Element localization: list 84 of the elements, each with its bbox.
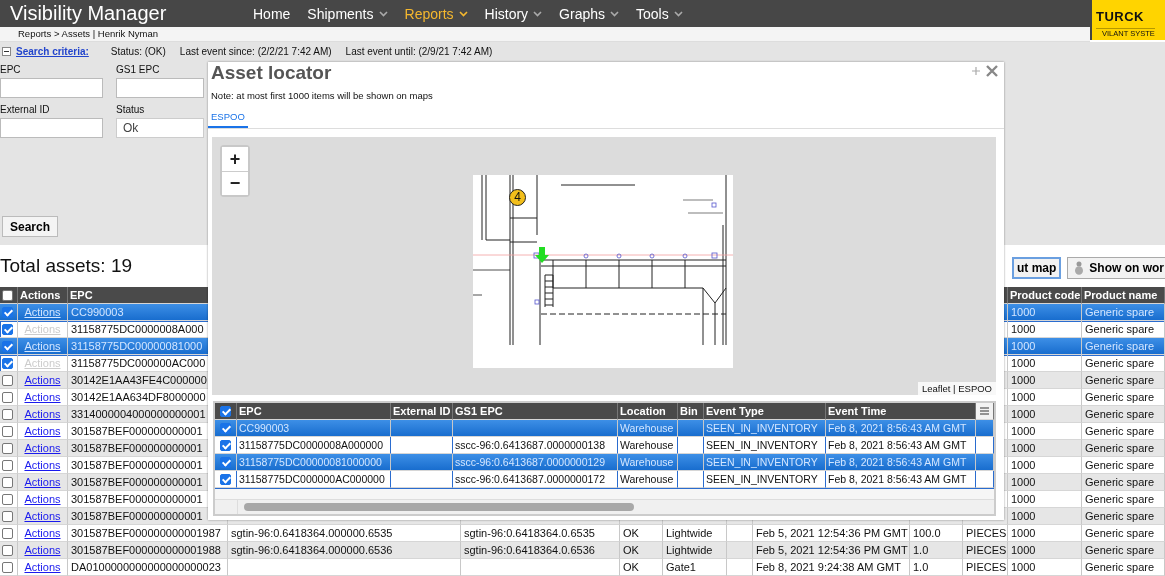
figure-icon [1074, 261, 1085, 275]
checkbox[interactable] [220, 473, 231, 485]
close-icon [986, 65, 998, 77]
actions-link[interactable]: Actions [24, 508, 61, 524]
actions-link[interactable]: Actions [24, 559, 61, 575]
input-field[interactable] [116, 78, 204, 98]
checkbox[interactable] [2, 527, 13, 539]
dropdown[interactable]: Ok [116, 118, 204, 138]
checkbox[interactable] [2, 323, 13, 335]
map-attribution: Leaflet | ESPOO [917, 382, 996, 395]
checkbox[interactable] [2, 391, 13, 403]
input-field[interactable] [0, 118, 103, 138]
breadcrumb: Reports > Assets | Henrik Nyman [0, 27, 1090, 42]
map[interactable]: + − 4 Leaflet | ESPOO [212, 137, 996, 395]
checkbox[interactable] [2, 544, 13, 556]
checkbox[interactable] [2, 442, 13, 454]
table-cell: Generic spare [1082, 559, 1165, 576]
actions-link[interactable]: Actions [24, 491, 61, 507]
filter-summary: Last event since: (2/2/21 7:42 AM) [179, 46, 332, 57]
table-cell: 1.0 [910, 559, 963, 576]
nav-item[interactable]: Home [253, 5, 291, 22]
field-label: GS1 EPC [116, 64, 161, 77]
table-cell: Feb 8, 2021 9:24:38 AM GMT [753, 559, 910, 576]
field-label: External ID [0, 104, 51, 117]
table-row[interactable]: Actions DA0100000000000000000023 OK Gate1 Feb 8, 2021 9:24:38 AM GMT 1.0 PIECES 1000 Generic spare [0, 559, 1165, 576]
input-field[interactable] [0, 78, 103, 98]
table-cell: Gate1 [663, 559, 727, 576]
filter-summary: Last event until: (2/9/21 7:42 AM) [345, 46, 493, 57]
filter-summary: Status: (OK) [110, 46, 166, 57]
checkbox[interactable] [2, 459, 13, 471]
table-row[interactable]: Actions 301587BEF000000000001988 sgtin-96:0.6418364.000000.6536 sgtin-96:0.6418364.0.6536 OK Lightwide Feb 5, 2021 12:54:36 PM GMT 1.0 PIECES 1000 Generic spare [0, 542, 1165, 559]
tab[interactable]: ESPOO [208, 108, 248, 128]
actions-link[interactable]: Actions [24, 440, 61, 456]
table-cell: OK [620, 559, 663, 576]
checkbox[interactable] [2, 289, 13, 301]
nav-item[interactable]: Tools [636, 5, 683, 22]
checkbox[interactable] [2, 476, 13, 488]
actions-link[interactable]: Actions [24, 525, 61, 541]
logo-text: TURCK [1096, 10, 1144, 23]
actions-link[interactable]: Actions [24, 406, 61, 422]
search-criteria-link[interactable]: Search criteria: [16, 46, 89, 57]
search-button[interactable]: Search [2, 216, 58, 237]
zoom-out-button[interactable]: − [222, 171, 248, 195]
checkbox[interactable] [220, 422, 231, 434]
actions-link[interactable]: Actions [24, 372, 61, 388]
checkbox[interactable] [2, 306, 13, 318]
nav-item[interactable]: Shipments [307, 5, 388, 22]
field-label: EPC [0, 64, 22, 77]
table-row[interactable]: Actions 301587BEF000000000001987 sgtin-96:0.6418364.000000.6535 sgtin-96:0.6418364.0.6535 OK Lightwide Feb 5, 2021 12:54:36 PM GMT 100.0 PIECES 1000 Generic spare [0, 525, 1165, 542]
actions-link[interactable]: Actions [24, 474, 61, 490]
actions-link[interactable]: Actions [24, 389, 61, 405]
map-button[interactable]: ut map [1012, 257, 1062, 279]
checkbox[interactable] [2, 357, 13, 369]
scrollbar-thumb[interactable] [244, 503, 634, 511]
checkbox[interactable] [2, 340, 13, 352]
checkbox[interactable] [2, 493, 13, 505]
down-arrow-icon [535, 247, 549, 263]
checkbox[interactable] [220, 439, 231, 451]
dialog-title: Asset locator [211, 62, 332, 84]
field-label: Status [116, 104, 146, 117]
checkbox[interactable] [2, 561, 13, 573]
nav-item[interactable]: Graphs [559, 5, 620, 22]
checkbox[interactable] [2, 510, 13, 522]
world-map-button[interactable]: Show on wor [1067, 257, 1165, 279]
checkbox[interactable] [2, 425, 13, 437]
table-cell: 1000 [1008, 559, 1082, 576]
checkbox[interactable] [2, 408, 13, 420]
nav-item[interactable]: Reports [404, 5, 468, 22]
checkbox[interactable] [220, 405, 231, 417]
checkbox[interactable] [220, 456, 231, 468]
checkbox[interactable] [2, 374, 13, 386]
table-cell: PIECES [963, 559, 1008, 576]
total-count: Total assets: 19 [0, 255, 133, 277]
plus-icon [972, 67, 980, 75]
table-row[interactable]: 31158775DC0000008A000000 sscc-96:0.6413687.0000000138 Warehouse SEEN_IN_INVENTORY Feb 8, 2021 8:56:43 AM GMT [215, 437, 994, 454]
actions-link[interactable]: Actions [24, 542, 61, 558]
app-title: Visibility Manager [9, 2, 168, 25]
table-cell: DA0100000000000000000023 [68, 559, 228, 576]
nav-item[interactable]: History [484, 5, 543, 22]
table-row[interactable]: 31158775DC000000AC000000 sscc-96:0.6413687.0000000172 Warehouse SEEN_IN_INVENTORY Feb 8, 2021 8:56:43 AM GMT [215, 471, 994, 488]
menu-icon [980, 407, 989, 415]
actions-link[interactable]: Actions [24, 423, 61, 439]
dialog-note: Note: at most first 1000 items will be shown on maps [210, 89, 434, 103]
actions-link[interactable]: Actions [24, 457, 61, 473]
